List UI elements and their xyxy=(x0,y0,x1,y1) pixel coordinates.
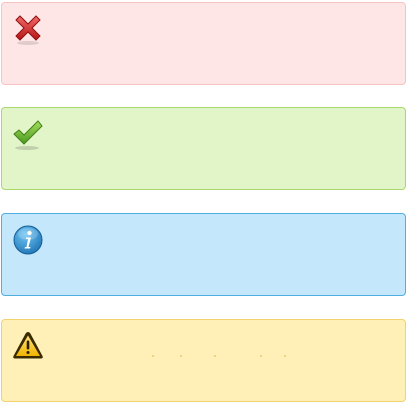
error-message-box xyxy=(1,2,406,85)
info-message-box xyxy=(1,213,406,296)
close-x-icon xyxy=(11,12,45,46)
success-message-box xyxy=(1,107,406,190)
info-icon xyxy=(11,223,45,257)
warning-message-box xyxy=(1,319,406,402)
warning-icon xyxy=(11,329,45,363)
checkmark-icon xyxy=(11,117,45,151)
decorative-dots xyxy=(152,355,292,357)
notification-stack xyxy=(0,0,409,406)
